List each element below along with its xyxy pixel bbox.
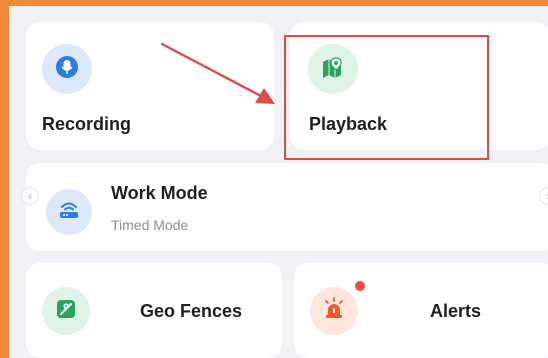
alerts-unread-dot [355, 281, 365, 291]
geo-fences-tile[interactable]: Geo Fences [26, 263, 282, 358]
alerts-tile[interactable]: Alerts [294, 263, 548, 358]
alerts-label: Alerts [430, 301, 482, 321]
recording-tile[interactable]: Recording [26, 22, 274, 150]
router-icon [57, 198, 81, 227]
carousel-prev-button[interactable]: ‹ [21, 187, 39, 205]
chevron-left-icon: ‹ [28, 189, 32, 203]
recording-icon-badge [42, 44, 92, 94]
work-mode-value: Timed Mode [111, 217, 189, 233]
playback-icon-badge [308, 44, 358, 94]
siren-icon [322, 296, 346, 326]
playback-tile[interactable]: Playback [290, 22, 548, 150]
alerts-icon-badge [310, 287, 358, 335]
work-mode-label: Work Mode [111, 183, 208, 203]
microphone-icon [54, 54, 80, 85]
work-mode-tile[interactable]: Work Mode Timed Mode [26, 163, 548, 251]
geo-fence-icon [54, 297, 78, 326]
feature-grid: Recording Playback Work Mode Timed Mode … [9, 6, 548, 358]
work-mode-icon-badge [46, 189, 92, 235]
playback-label: Playback [309, 114, 388, 134]
map-pin-icon [319, 53, 347, 86]
recording-label: Recording [42, 114, 132, 134]
geo-fences-label: Geo Fences [140, 301, 243, 321]
geo-fences-icon-badge [42, 287, 90, 335]
